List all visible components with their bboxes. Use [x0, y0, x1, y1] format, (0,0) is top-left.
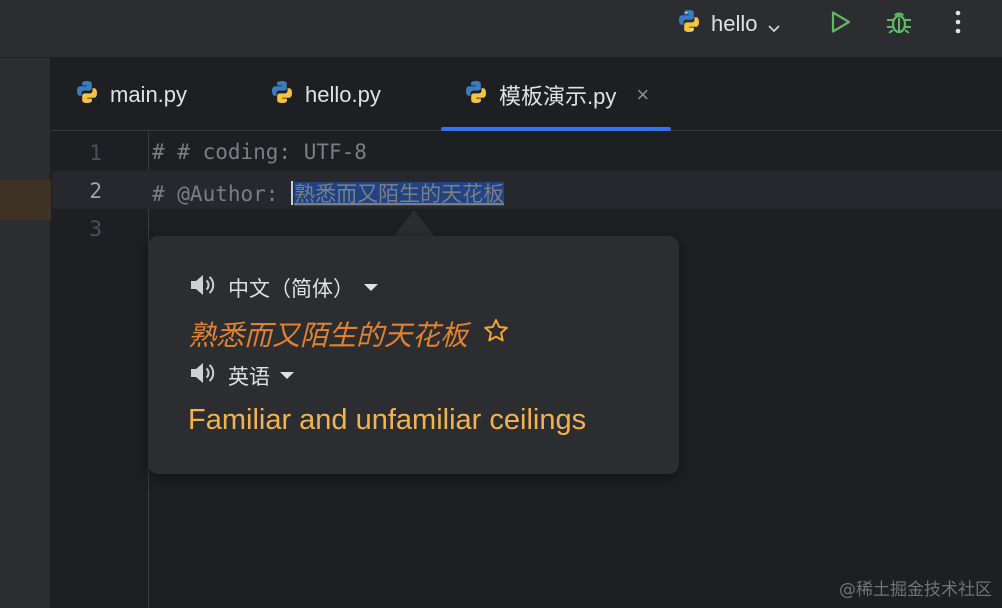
tab-label: 模板演示.py [499, 83, 617, 109]
more-actions-button[interactable] [943, 9, 973, 39]
close-tab-icon[interactable]: × [636, 82, 649, 108]
target-language-row: 英语 [188, 360, 294, 391]
popup-pointer [393, 210, 435, 237]
target-language-label: 英语 [228, 364, 270, 389]
debug-button[interactable] [884, 9, 914, 39]
chevron-down-icon [766, 16, 782, 33]
translated-text: Familiar and unfamiliar ceilings [188, 404, 587, 436]
dropdown-arrow-icon [280, 372, 294, 379]
run-config-label: hello [711, 11, 758, 36]
python-icon [676, 8, 702, 40]
python-icon [463, 79, 489, 111]
star-icon[interactable] [482, 317, 510, 352]
run-icon [827, 9, 853, 39]
tab-template-demo-py[interactable]: 模板演示.py × [441, 58, 672, 131]
code-line-current[interactable]: 2 # @Author: 熟悉而又陌生的天花板 [52, 171, 1002, 209]
python-icon [74, 79, 100, 111]
text-caret [291, 181, 294, 205]
source-language-label: 中文（简体） [228, 276, 354, 301]
translation-popup: 中文（简体） 熟悉而又陌生的天花板 英语 Familiar and unfami… [148, 236, 679, 474]
source-language-row: 中文（简体） [188, 272, 378, 303]
run-config-selector[interactable]: hello [676, 9, 782, 39]
speaker-icon[interactable] [188, 360, 216, 391]
source-language-select[interactable]: 中文（简体） [228, 273, 378, 303]
line-number: 3 [89, 217, 102, 241]
tab-hello-py[interactable]: hello.py [269, 58, 381, 131]
code-line[interactable]: 1 # # coding: UTF-8 [52, 133, 1002, 171]
watermark: @稀土掘金技术社区 [839, 580, 992, 600]
line-number: 1 [89, 141, 102, 165]
tab-label: main.py [110, 81, 188, 107]
code-text: # @Author: 熟悉而又陌生的天花板 [152, 178, 505, 208]
main-toolbar: hello [0, 0, 1002, 58]
run-button[interactable] [825, 9, 855, 39]
selected-text: 熟悉而又陌生的天花板 [294, 182, 505, 206]
dropdown-arrow-icon [364, 284, 378, 291]
tab-label: hello.py [305, 81, 381, 107]
bug-icon [885, 8, 913, 40]
code-prefix: # @Author: [152, 182, 292, 206]
python-icon [269, 79, 295, 111]
more-vertical-icon [954, 9, 962, 39]
current-line-marker [0, 180, 51, 220]
source-text: 熟悉而又陌生的天花板 [188, 314, 510, 354]
source-text-value: 熟悉而又陌生的天花板 [188, 319, 469, 352]
speaker-icon[interactable] [188, 272, 216, 303]
line-number: 2 [89, 179, 102, 203]
tab-main-py[interactable]: main.py [74, 58, 187, 131]
left-tool-strip [0, 58, 51, 608]
editor-tab-bar: main.py hello.py 模板演示.py × [52, 58, 1002, 131]
target-language-select[interactable]: 英语 [228, 361, 294, 391]
code-text: # # coding: UTF-8 [152, 140, 367, 164]
